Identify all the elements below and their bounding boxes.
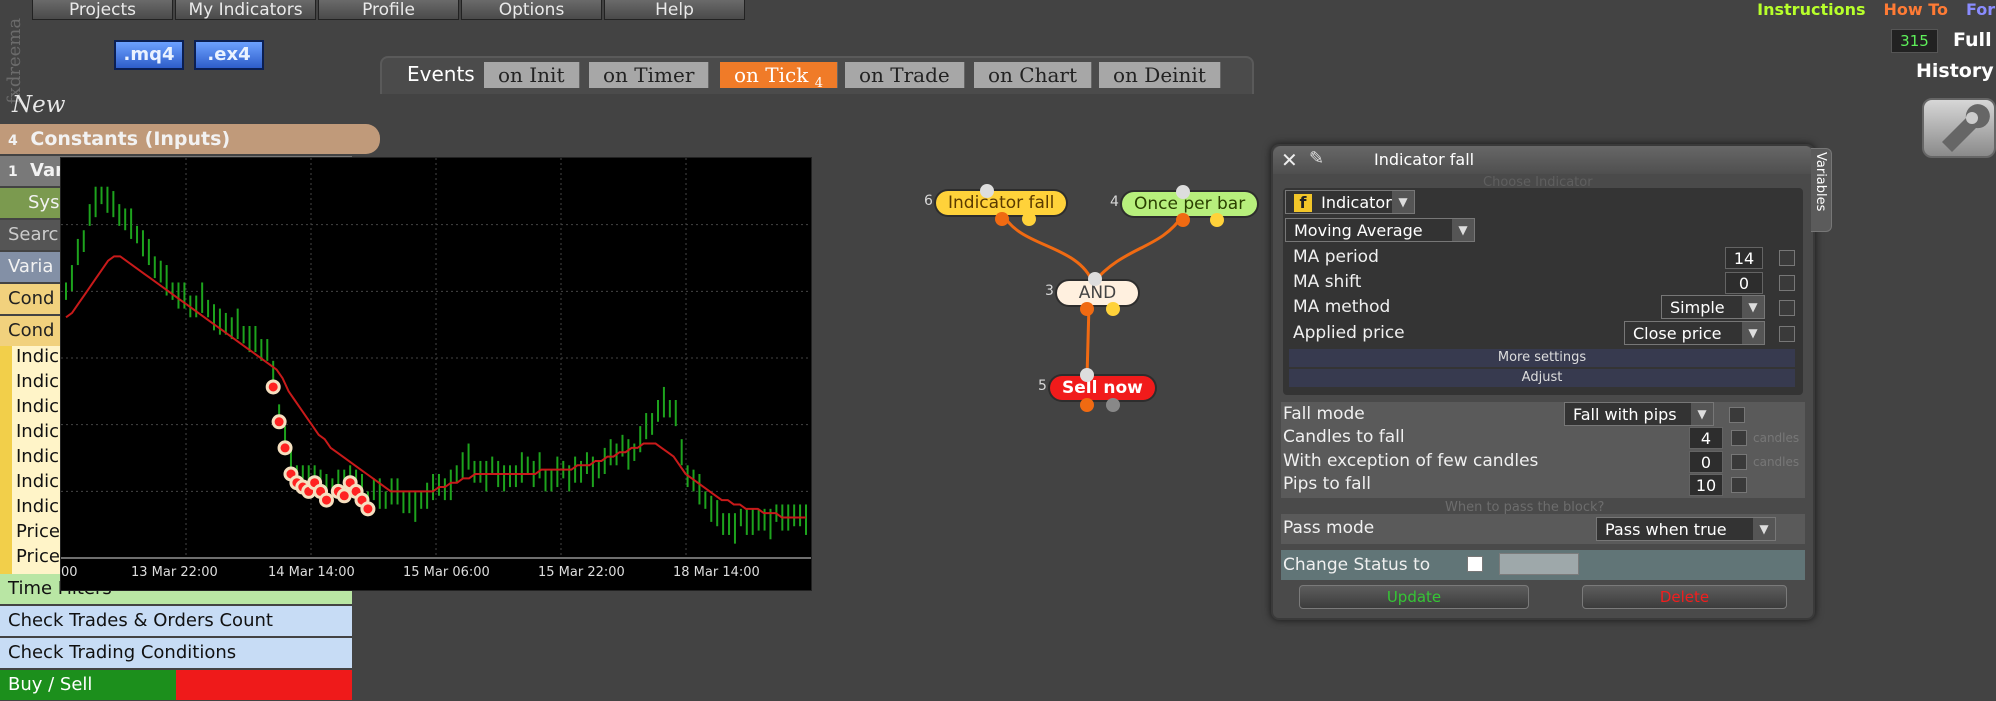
applied-price-label: Applied price bbox=[1293, 323, 1405, 343]
exception-label: With exception of few candles bbox=[1283, 451, 1539, 471]
ma-method-label: MA method bbox=[1293, 297, 1391, 317]
update-label: Update bbox=[1386, 588, 1442, 606]
update-button[interactable]: Update bbox=[1299, 585, 1529, 609]
change-status-label: Change Status to bbox=[1283, 555, 1431, 575]
applied-price-select[interactable]: Close price ▼ bbox=[1624, 321, 1765, 345]
ma-shift-label: MA shift bbox=[1293, 272, 1362, 292]
variables-tab-label: Variables bbox=[1813, 152, 1828, 212]
node-number: 3 bbox=[1045, 283, 1054, 299]
exception-checkbox[interactable] bbox=[1731, 454, 1747, 470]
chevron-down-icon: ▼ bbox=[1742, 322, 1764, 344]
fall-mode-select[interactable]: Fall with pips ▼ bbox=[1564, 402, 1714, 426]
candles-to-fall-label: Candles to fall bbox=[1283, 427, 1405, 447]
node-number: 6 bbox=[924, 193, 933, 209]
fall-mode-checkbox[interactable] bbox=[1729, 407, 1745, 423]
node-port[interactable] bbox=[1088, 272, 1102, 286]
indicator-type-value: Indicator bbox=[1321, 193, 1392, 212]
variables-tab[interactable]: Variables bbox=[1811, 148, 1832, 232]
node-port[interactable] bbox=[1022, 212, 1036, 226]
delete-label: Delete bbox=[1659, 588, 1710, 606]
pips-to-fall-value[interactable]: 10 bbox=[1689, 474, 1723, 496]
node-sell-now[interactable]: Sell now bbox=[1050, 376, 1155, 400]
applied-price-value: Close price bbox=[1633, 324, 1722, 343]
pass-mode-select[interactable]: Pass when true ▼ bbox=[1596, 517, 1776, 541]
fall-mode-value: Fall with pips bbox=[1573, 405, 1677, 424]
node-port[interactable] bbox=[1106, 398, 1120, 412]
applied-price-checkbox[interactable] bbox=[1779, 326, 1795, 342]
candles-to-fall-checkbox[interactable] bbox=[1731, 430, 1747, 446]
node-port[interactable] bbox=[1106, 302, 1120, 316]
pass-mode-label: Pass mode bbox=[1283, 518, 1375, 538]
node-number: 4 bbox=[1110, 194, 1119, 210]
node-port[interactable] bbox=[980, 184, 994, 198]
exception-value[interactable]: 0 bbox=[1689, 451, 1723, 473]
indicator-dialog: ✕ ✎ Indicator fall Variables Choose Indi… bbox=[1271, 144, 1832, 620]
adjust-button[interactable]: Adjust bbox=[1289, 369, 1795, 387]
adjust-label: Adjust bbox=[1521, 370, 1563, 385]
node-number: 5 bbox=[1038, 378, 1047, 394]
node-port[interactable] bbox=[1176, 185, 1190, 199]
node-port[interactable] bbox=[1210, 213, 1224, 227]
dialog-title: Indicator fall bbox=[1374, 150, 1475, 169]
ma-shift-checkbox[interactable] bbox=[1779, 275, 1795, 291]
node-port[interactable] bbox=[1080, 302, 1094, 316]
pips-to-fall-label: Pips to fall bbox=[1283, 474, 1371, 494]
fall-mode-label: Fall mode bbox=[1283, 404, 1365, 424]
node-port[interactable] bbox=[1080, 398, 1094, 412]
ma-method-select[interactable]: Simple ▼ bbox=[1661, 295, 1765, 319]
more-settings-button[interactable]: More settings bbox=[1289, 349, 1795, 367]
delete-button[interactable]: Delete bbox=[1582, 585, 1787, 609]
pips-to-fall-checkbox[interactable] bbox=[1731, 477, 1747, 493]
chevron-down-icon: ▼ bbox=[1392, 191, 1414, 213]
chevron-down-icon: ▼ bbox=[1452, 219, 1474, 241]
ma-method-value: Simple bbox=[1670, 298, 1725, 317]
indicator-name-select[interactable]: Moving Average ▼ bbox=[1285, 218, 1475, 242]
indicator-type-select[interactable]: f Indicator ▼ bbox=[1285, 190, 1415, 214]
dialog-title-bar: ✕ ✎ Indicator fall bbox=[1273, 146, 1813, 174]
close-icon[interactable]: ✕ bbox=[1281, 148, 1298, 172]
indicator-name-value: Moving Average bbox=[1294, 221, 1423, 240]
node-port[interactable] bbox=[1176, 213, 1190, 227]
chevron-down-icon: ▼ bbox=[1753, 518, 1775, 540]
function-icon: f bbox=[1294, 194, 1312, 212]
pin-icon[interactable]: ✎ bbox=[1309, 148, 1324, 169]
chevron-down-icon: ▼ bbox=[1691, 403, 1713, 425]
ma-period-label: MA period bbox=[1293, 247, 1379, 267]
node-once-per-bar[interactable]: Once per bar bbox=[1122, 192, 1258, 216]
node-port[interactable] bbox=[995, 212, 1009, 226]
status-input[interactable] bbox=[1499, 553, 1579, 575]
ma-period-checkbox[interactable] bbox=[1779, 250, 1795, 266]
when-to-pass-label: When to pass the block? bbox=[1445, 500, 1605, 515]
candles-unit-2: candles bbox=[1753, 455, 1800, 469]
candles-unit-1: candles bbox=[1753, 431, 1800, 445]
ma-period-value[interactable]: 14 bbox=[1725, 247, 1763, 269]
change-status-checkbox[interactable] bbox=[1467, 556, 1483, 572]
ma-shift-value[interactable]: 0 bbox=[1725, 272, 1763, 294]
more-settings-label: More settings bbox=[1497, 350, 1587, 365]
node-port[interactable] bbox=[1080, 368, 1094, 382]
candles-to-fall-value[interactable]: 4 bbox=[1689, 427, 1723, 449]
chevron-down-icon: ▼ bbox=[1742, 296, 1764, 318]
ma-method-checkbox[interactable] bbox=[1779, 300, 1795, 316]
pass-mode-value: Pass when true bbox=[1605, 520, 1727, 539]
